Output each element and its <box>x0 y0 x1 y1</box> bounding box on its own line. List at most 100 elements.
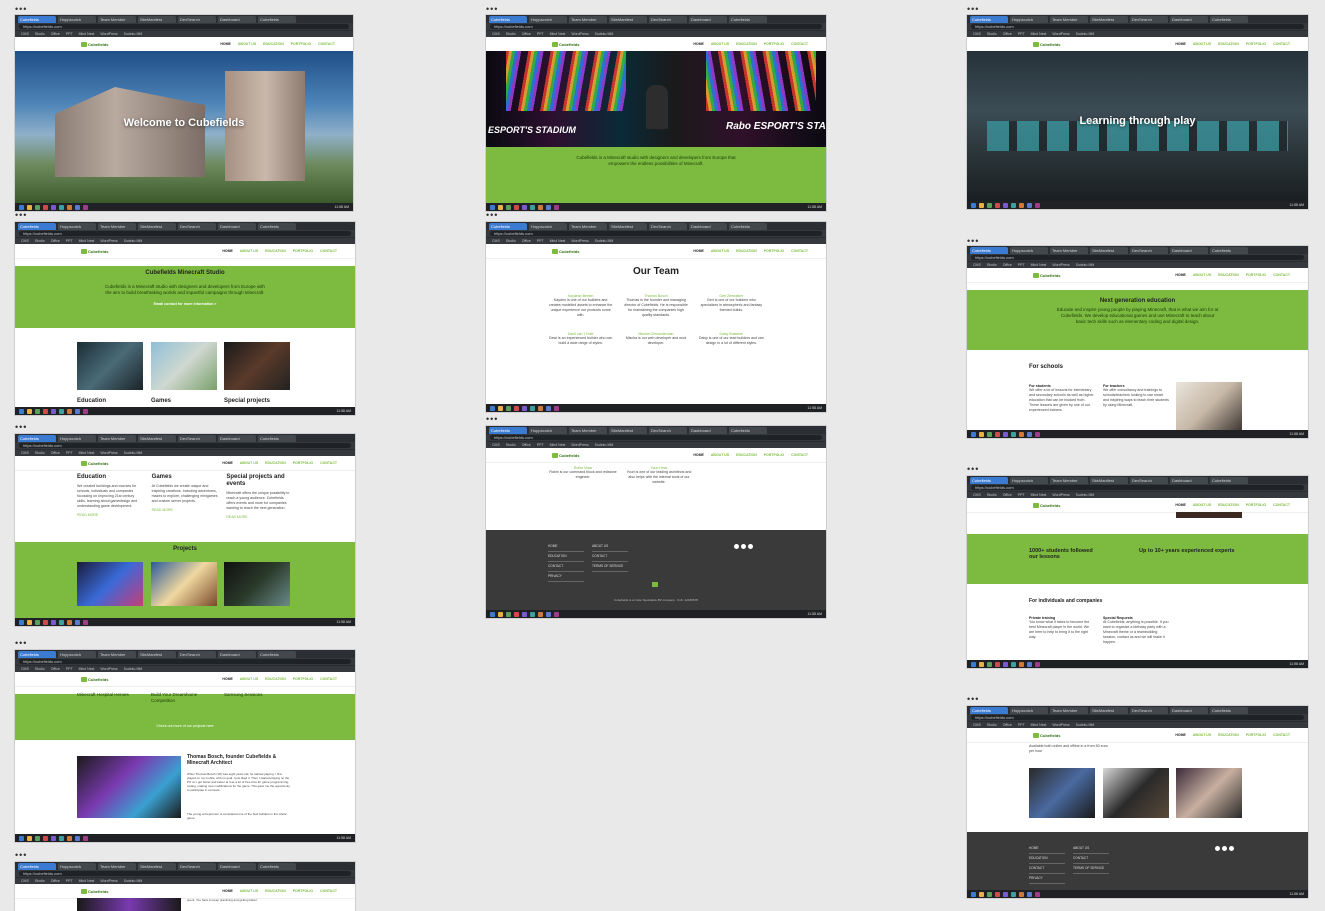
bookmark-item[interactable]: Mind Nest <box>79 450 95 456</box>
browser-tab[interactable]: SiteManifest <box>138 863 176 870</box>
browser-tab[interactable]: Cubefields <box>1210 247 1248 254</box>
browser-tab[interactable]: SiteManifest <box>138 435 176 442</box>
taskbar-app-icon[interactable] <box>1003 202 1008 208</box>
site-logo[interactable]: Cubefields <box>81 248 108 254</box>
nav-item[interactable]: PORTFOLIO <box>291 42 311 46</box>
taskbar-app-icon[interactable] <box>19 408 24 414</box>
taskbar-app-icon[interactable] <box>51 408 56 414</box>
browser-tab[interactable]: Cubefields <box>18 223 56 230</box>
nav-item[interactable]: HOME <box>222 889 233 893</box>
taskbar-app-icon[interactable] <box>59 408 64 414</box>
browser-tab[interactable]: Dashboard <box>218 863 256 870</box>
bookmark-item[interactable]: WordPress <box>100 31 117 37</box>
youtube-icon[interactable] <box>1229 846 1234 851</box>
browser-tab[interactable]: Cubefields <box>1210 16 1248 23</box>
taskbar-app-icon[interactable] <box>83 408 88 414</box>
browser-tab[interactable]: Hoppscotch <box>1010 16 1048 23</box>
nav-item[interactable]: CONTACT <box>1273 42 1290 46</box>
bookmark-item[interactable]: Mind Nest <box>1031 722 1047 728</box>
browser-tab[interactable]: Dashboard <box>689 223 727 230</box>
browser-tab[interactable]: Dashboard <box>1170 247 1208 254</box>
taskbar-app-icon[interactable] <box>971 202 976 208</box>
browser-tab[interactable]: Team Member <box>569 16 607 23</box>
browser-tab[interactable]: DevSearch <box>178 651 216 658</box>
browser-tab[interactable]: Cubefields <box>258 16 296 23</box>
taskbar-app-icon[interactable] <box>498 611 503 617</box>
browser-tab[interactable]: Cubefields <box>489 427 527 434</box>
bookmark-item[interactable]: CMS <box>21 450 29 456</box>
taskbar-app-icon[interactable] <box>979 431 984 437</box>
taskbar-app-icon[interactable] <box>546 405 551 411</box>
taskbar-app-icon[interactable] <box>971 891 976 897</box>
taskbar-app-icon[interactable] <box>554 204 559 210</box>
bookmark-item[interactable]: CMS <box>973 262 981 268</box>
nav-item[interactable]: PORTFOLIO <box>764 42 784 46</box>
bookmark-item[interactable]: CMS <box>973 492 981 498</box>
browser-tab[interactable]: DevSearch <box>649 427 687 434</box>
bookmark-item[interactable]: Studio <box>987 31 997 37</box>
browser-tab[interactable]: Cubefields <box>729 427 767 434</box>
bookmark-item[interactable]: WordPress <box>1052 262 1069 268</box>
taskbar-app-icon[interactable] <box>43 619 48 625</box>
taskbar-app-icon[interactable] <box>67 408 72 414</box>
taskbar-app-icon[interactable] <box>51 204 56 210</box>
taskbar-app-icon[interactable] <box>27 408 32 414</box>
browser-tab[interactable]: Hoppscotch <box>529 427 567 434</box>
nav-item[interactable]: EDUCATION <box>1218 733 1239 737</box>
nav-item[interactable]: ABOUT US <box>240 249 258 253</box>
project-name[interactable]: Minecraft Hospital Heroes <box>77 692 147 698</box>
taskbar-app-icon[interactable] <box>1019 202 1024 208</box>
nav-item[interactable]: EDUCATION <box>265 461 286 465</box>
bookmark-item[interactable]: PPT <box>1018 492 1025 498</box>
bookmark-item[interactable]: Sudeku MM <box>1076 262 1095 268</box>
nav-item[interactable]: PORTFOLIO <box>293 461 313 465</box>
site-logo[interactable]: Cubefields <box>552 41 579 47</box>
browser-tab[interactable]: DevSearch <box>178 435 216 442</box>
taskbar-app-icon[interactable] <box>995 202 1000 208</box>
taskbar-app-icon[interactable] <box>530 204 535 210</box>
browser-tab[interactable]: Cubefields <box>489 223 527 230</box>
bookmark-item[interactable]: CMS <box>973 31 981 37</box>
footer-link[interactable]: CONTACT <box>592 552 628 562</box>
bookmark-item[interactable]: Office <box>51 450 60 456</box>
bookmark-item[interactable]: CMS <box>21 238 29 244</box>
bookmark-item[interactable]: CMS <box>492 31 500 37</box>
bookmark-item[interactable]: Office <box>1003 31 1012 37</box>
bookmark-item[interactable]: Office <box>51 238 60 244</box>
browser-tab[interactable]: SiteManifest <box>1090 707 1128 714</box>
bookmark-item[interactable]: Sudeku MM <box>124 666 143 672</box>
taskbar-app-icon[interactable] <box>498 204 503 210</box>
footer-link[interactable]: EDUCATION <box>548 552 584 562</box>
browser-tab[interactable]: Team Member <box>1050 247 1088 254</box>
taskbar-app-icon[interactable] <box>43 204 48 210</box>
nav-item[interactable]: HOME <box>220 42 231 46</box>
browser-tab[interactable]: Team Member <box>98 435 136 442</box>
bookmark-item[interactable]: PPT <box>66 31 73 37</box>
footer-link[interactable]: ABOUT US <box>1073 844 1109 854</box>
taskbar-app-icon[interactable] <box>1035 431 1040 437</box>
browser-tab[interactable]: Cubefields <box>258 435 296 442</box>
taskbar-app-icon[interactable] <box>979 661 984 667</box>
bookmark-item[interactable]: PPT <box>1018 262 1025 268</box>
nav-item[interactable]: ABOUT US <box>711 453 729 457</box>
browser-tab[interactable]: DevSearch <box>178 223 216 230</box>
browser-tab[interactable]: Cubefields <box>970 16 1008 23</box>
bookmark-item[interactable]: WordPress <box>1052 722 1069 728</box>
nav-item[interactable]: EDUCATION <box>265 889 286 893</box>
browser-tab[interactable]: Hoppscotch <box>58 223 96 230</box>
taskbar-app-icon[interactable] <box>35 408 40 414</box>
site-logo[interactable]: Cubefields <box>81 460 108 466</box>
site-logo[interactable]: Cubefields <box>552 248 579 254</box>
nav-item[interactable]: HOME <box>222 249 233 253</box>
taskbar-app-icon[interactable] <box>987 661 992 667</box>
taskbar-app-icon[interactable] <box>490 611 495 617</box>
nav-item[interactable]: HOME <box>222 677 233 681</box>
bookmark-item[interactable]: PPT <box>1018 31 1025 37</box>
project-name[interactable]: Samsung Sessions <box>224 692 294 698</box>
site-logo[interactable]: Cubefields <box>552 452 579 458</box>
nav-item[interactable]: EDUCATION <box>1218 273 1239 277</box>
bookmark-item[interactable]: Mind Nest <box>550 238 566 244</box>
taskbar-app-icon[interactable] <box>1035 891 1040 897</box>
nav-item[interactable]: EDUCATION <box>265 249 286 253</box>
bookmark-item[interactable]: Studio <box>35 878 45 884</box>
